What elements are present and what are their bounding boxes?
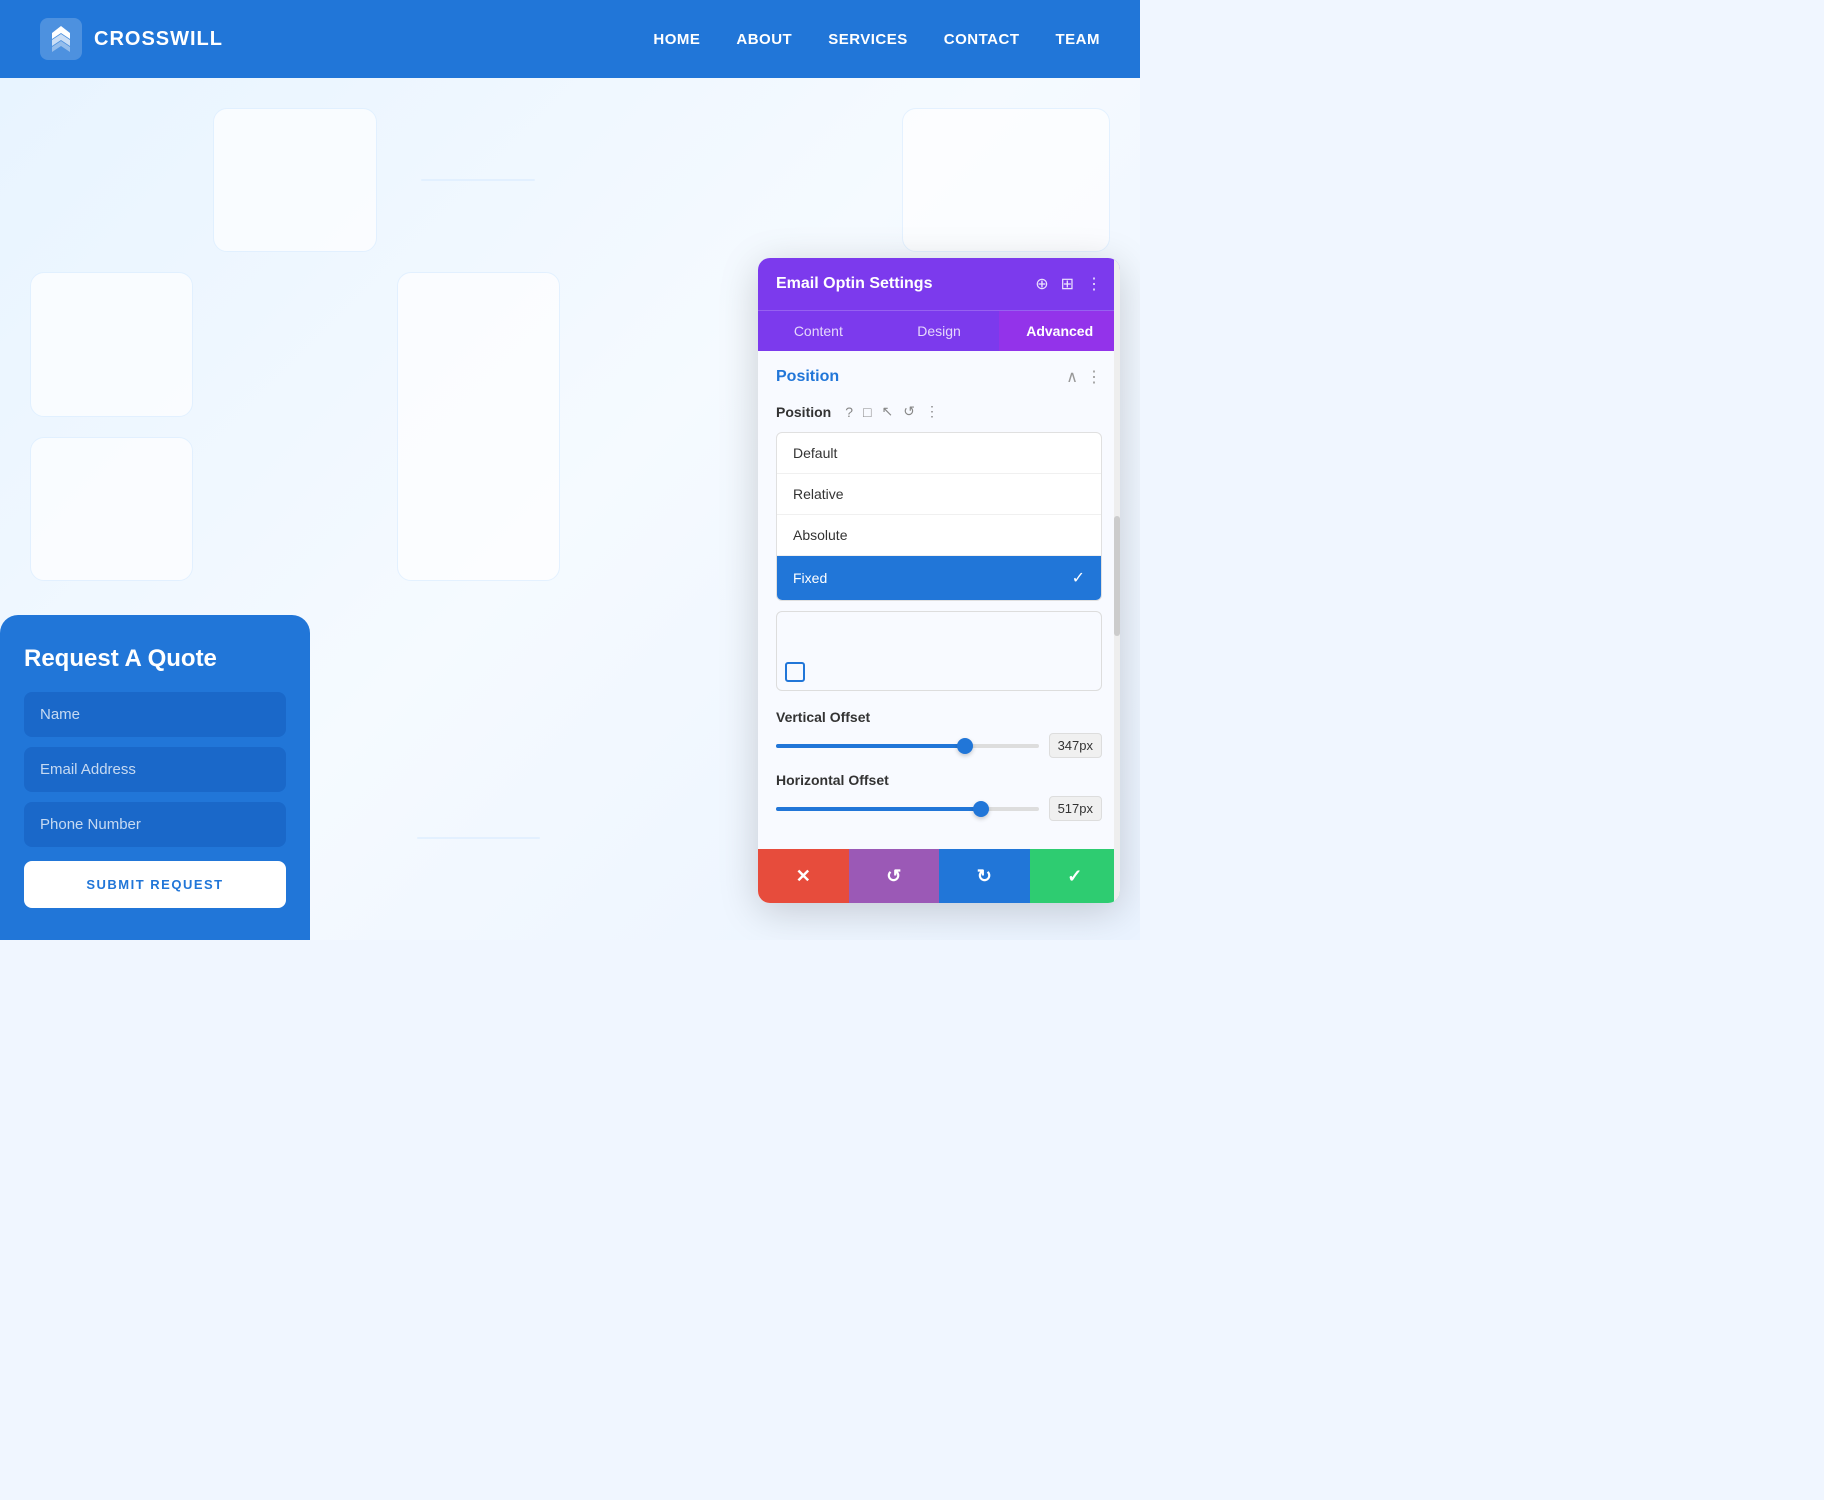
- position-row: Position ? □ ↖ ↺ ⋮: [758, 399, 1120, 432]
- vertical-offset-label: Vertical Offset: [776, 709, 1102, 725]
- scrollbar[interactable]: [1114, 258, 1120, 903]
- phone-input[interactable]: [24, 802, 286, 847]
- grid-card: [417, 837, 539, 839]
- nav-links: HOME ABOUT SERVICES CONTACT TEAM: [653, 31, 1100, 48]
- vertical-offset-thumb[interactable]: [957, 738, 973, 754]
- reset-button[interactable]: ↺: [849, 849, 940, 903]
- nav-about[interactable]: ABOUT: [736, 31, 792, 48]
- collapse-icon[interactable]: ∧: [1066, 367, 1078, 387]
- settings-icon-columns[interactable]: ⊞: [1061, 274, 1074, 294]
- nav-home[interactable]: HOME: [653, 31, 700, 48]
- position-option-fixed[interactable]: Fixed ✓: [777, 556, 1101, 600]
- horizontal-offset-value: 517px: [1049, 796, 1102, 821]
- name-input[interactable]: [24, 692, 286, 737]
- tab-advanced[interactable]: Advanced: [999, 311, 1120, 351]
- position-indicator: [785, 662, 805, 682]
- logo-text: CROSSWILL: [94, 28, 223, 51]
- horizontal-offset-thumb[interactable]: [973, 801, 989, 817]
- tab-design[interactable]: Design: [879, 311, 1000, 351]
- horizontal-offset-fill: [776, 807, 981, 811]
- section-title: Position: [776, 368, 839, 386]
- confirm-button[interactable]: ✓: [1030, 849, 1121, 903]
- nav-services[interactable]: SERVICES: [828, 31, 908, 48]
- settings-header-icons: ⊕ ⊞ ⋮: [1035, 274, 1102, 294]
- slider-section: Vertical Offset 347px Horizontal Offset …: [758, 701, 1120, 849]
- horizontal-offset-label: Horizontal Offset: [776, 772, 1102, 788]
- grid-card: [397, 272, 560, 581]
- form-panel: Request A Quote SUBMIT REQUEST: [0, 615, 310, 940]
- grid-card: [421, 179, 535, 181]
- grid-card: [30, 437, 193, 581]
- vertical-offset-fill: [776, 744, 965, 748]
- undo-icon[interactable]: ↺: [903, 403, 915, 420]
- settings-icon-target[interactable]: ⊕: [1035, 274, 1048, 294]
- nav-team[interactable]: TEAM: [1056, 31, 1101, 48]
- cursor-icon[interactable]: ↖: [882, 403, 894, 420]
- header: CROSSWILL HOME ABOUT SERVICES CONTACT TE…: [0, 0, 1140, 78]
- settings-panel: Email Optin Settings ⊕ ⊞ ⋮ Content Desig…: [758, 258, 1120, 903]
- section-header-icons: ∧ ⋮: [1066, 367, 1102, 387]
- position-dropdown: Default Relative Absolute Fixed ✓: [776, 432, 1102, 601]
- grid-card: [213, 108, 376, 252]
- redo-button[interactable]: ↻: [939, 849, 1030, 903]
- action-buttons: ✕ ↺ ↻ ✓: [758, 849, 1120, 903]
- settings-header: Email Optin Settings ⊕ ⊞ ⋮: [758, 258, 1120, 310]
- scrollbar-thumb[interactable]: [1114, 516, 1120, 636]
- vertical-offset-row: 347px: [776, 733, 1102, 758]
- canvas: Request A Quote SUBMIT REQUEST Email Opt…: [0, 78, 1140, 940]
- tab-content[interactable]: Content: [758, 311, 879, 351]
- vertical-offset-track[interactable]: [776, 744, 1039, 748]
- cancel-button[interactable]: ✕: [758, 849, 849, 903]
- logo-area: CROSSWILL: [40, 18, 223, 60]
- position-visual: [776, 611, 1102, 691]
- horizontal-offset-row: 517px: [776, 796, 1102, 821]
- logo-icon: [40, 18, 82, 60]
- settings-body: Position ∧ ⋮ Position ? □ ↖ ↺ ⋮ Default …: [758, 351, 1120, 903]
- settings-icon-more[interactable]: ⋮: [1086, 274, 1102, 294]
- more-icon[interactable]: ⋮: [1086, 367, 1102, 387]
- email-input[interactable]: [24, 747, 286, 792]
- position-label: Position: [776, 404, 831, 420]
- position-option-absolute[interactable]: Absolute: [777, 515, 1101, 556]
- section-header: Position ∧ ⋮: [758, 351, 1120, 399]
- settings-tabs: Content Design Advanced: [758, 310, 1120, 351]
- vertical-offset-value: 347px: [1049, 733, 1102, 758]
- device-icon[interactable]: □: [863, 404, 871, 420]
- position-option-default[interactable]: Default: [777, 433, 1101, 474]
- position-option-relative[interactable]: Relative: [777, 474, 1101, 515]
- grid-card: [30, 272, 193, 416]
- grid-card: [902, 108, 1110, 252]
- nav-contact[interactable]: CONTACT: [944, 31, 1020, 48]
- submit-button[interactable]: SUBMIT REQUEST: [24, 861, 286, 908]
- help-icon[interactable]: ?: [845, 404, 853, 420]
- form-title: Request A Quote: [24, 643, 286, 674]
- settings-title: Email Optin Settings: [776, 275, 932, 293]
- horizontal-offset-track[interactable]: [776, 807, 1039, 811]
- options-icon[interactable]: ⋮: [925, 403, 939, 420]
- selected-checkmark: ✓: [1072, 568, 1085, 588]
